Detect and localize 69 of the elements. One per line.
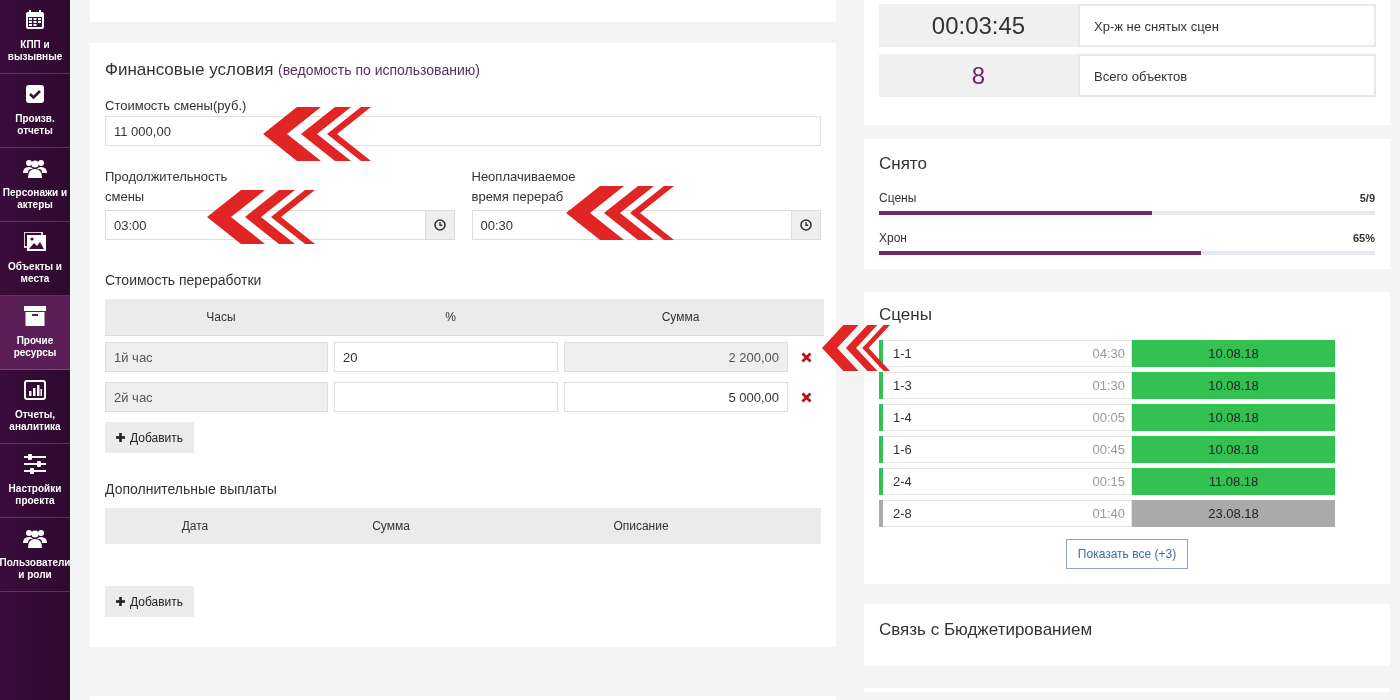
section-title: Стоимость переработки — [105, 271, 263, 290]
section-title: Финансовые условия — [105, 60, 274, 79]
input-field[interactable]: 5 000,00 — [564, 382, 788, 412]
field-label: Стоимость смены(руб.) — [105, 97, 248, 115]
section-subtitle: (ведомость по использованию) — [278, 62, 480, 78]
sliders-icon — [24, 454, 46, 474]
stat-value: 00:03:45 — [879, 4, 1078, 47]
table-cell: 1й час — [105, 342, 328, 372]
stat-value: 8 — [879, 54, 1078, 97]
table-cell: 2й час — [105, 382, 328, 412]
annotation-arrow — [822, 325, 890, 371]
delete-icon[interactable] — [801, 351, 812, 363]
images-icon — [24, 232, 46, 252]
scene-duration: 01:40 — [1092, 506, 1125, 521]
scene-duration: 00:15 — [1092, 474, 1125, 489]
field-label: Неоплачиваемое время перераб — [471, 168, 577, 206]
card-title: Снято — [879, 153, 928, 175]
column-header: Дата — [180, 519, 210, 533]
sidebar-item[interactable]: Произв. отчеты — [0, 74, 70, 148]
column-header: Сумма — [660, 310, 701, 324]
scene-name: 1-6 — [893, 442, 912, 457]
stat-label: Всего объектов — [1078, 54, 1376, 97]
sidebar-item[interactable]: Настройки проекта — [0, 444, 70, 518]
scene-duration: 00:05 — [1092, 410, 1125, 425]
scene-name: 1-3 — [893, 378, 912, 393]
progress-label: Хрон — [879, 231, 907, 245]
scene-name: 1-4 — [893, 410, 912, 425]
scene-name: 2-8 — [893, 506, 912, 521]
progress-reading: 65% — [1352, 231, 1375, 245]
section-title: Дополнительные выплаты — [105, 480, 278, 499]
people-icon — [23, 528, 47, 548]
sidebar-item[interactable]: Пользователи и роли — [0, 518, 70, 592]
column-header: Сумма — [371, 519, 411, 533]
scene-name: 1-1 — [893, 346, 912, 361]
checkbox-icon — [25, 84, 45, 104]
sidebar-item[interactable]: Прочие ресурсы — [0, 296, 70, 370]
stat-label: Хр-ж не снятых сцен — [1078, 4, 1376, 47]
bar-chart-icon — [24, 380, 46, 400]
add-button[interactable]: Добавить — [105, 586, 195, 617]
card-title: Связь с Бюджетированием — [879, 619, 1094, 641]
input-field[interactable] — [334, 382, 558, 412]
clock-button[interactable] — [424, 210, 455, 240]
input-field[interactable]: 20 — [334, 342, 558, 372]
field-label: Продолжительность смены — [105, 168, 227, 206]
plus-icon — [116, 597, 125, 606]
input-field[interactable]: 11 000,00 — [105, 116, 821, 146]
plus-icon — [116, 433, 125, 442]
delete-icon[interactable] — [801, 391, 812, 403]
people-icon — [23, 158, 47, 178]
sidebar-item[interactable]: КПП и вызывные — [0, 0, 70, 74]
progress-label: Сцены — [879, 191, 917, 205]
clock-icon — [433, 219, 446, 231]
clock-button[interactable] — [791, 210, 821, 240]
progress-reading: 5/9 — [1359, 191, 1375, 205]
scene-name: 2-4 — [893, 474, 912, 489]
card-title: Сцены — [879, 304, 933, 326]
scene-duration: 04:30 — [1092, 346, 1125, 361]
scene-duration: 00:45 — [1092, 442, 1125, 457]
column-header: Часы — [205, 310, 237, 324]
calendar-icon — [25, 10, 45, 30]
column-header: Описание — [612, 519, 670, 533]
sidebar-item[interactable]: Персонажи и актеры — [0, 148, 70, 222]
input-field[interactable]: 2 200,00 — [564, 342, 788, 372]
add-button[interactable]: Добавить — [105, 422, 195, 453]
scene-duration: 01:30 — [1092, 378, 1125, 393]
clock-icon — [800, 219, 812, 231]
column-header: % — [444, 310, 457, 324]
sidebar-item[interactable]: Отчеты, аналитика — [0, 370, 70, 444]
archive-box-icon — [24, 306, 46, 326]
